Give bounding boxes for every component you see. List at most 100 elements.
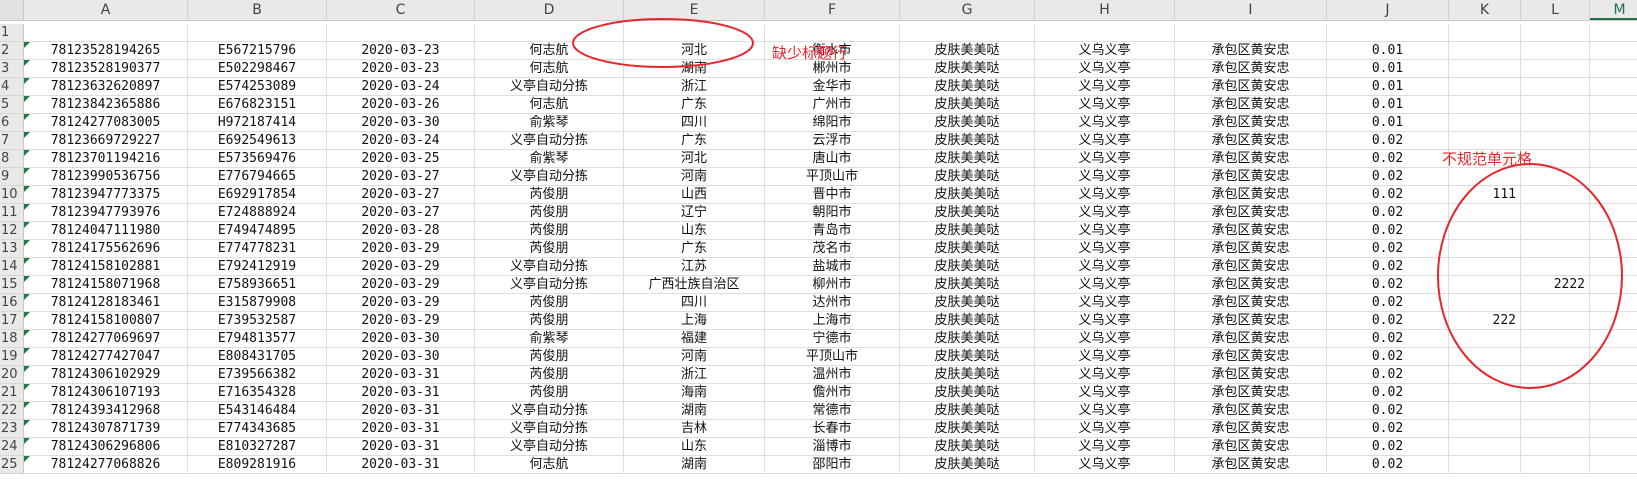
cell-a4[interactable]: 78123632620897 <box>24 78 188 96</box>
row-number[interactable]: 15 <box>0 276 24 294</box>
cell-l21[interactable] <box>1521 384 1590 402</box>
cell-g20[interactable]: 皮肤美美哒 <box>900 366 1035 384</box>
cell-h3[interactable]: 义乌义亭 <box>1035 60 1175 78</box>
cell-j16[interactable]: 0.02 <box>1327 294 1449 312</box>
cell-g21[interactable]: 皮肤美美哒 <box>900 384 1035 402</box>
cell-g10[interactable]: 皮肤美美哒 <box>900 186 1035 204</box>
cell-c11[interactable]: 2020-03-27 <box>327 204 475 222</box>
cell-h5[interactable]: 义乌义亭 <box>1035 96 1175 114</box>
column-header-d[interactable]: D <box>475 0 624 20</box>
cell-c21[interactable]: 2020-03-31 <box>327 384 475 402</box>
cell-d10[interactable]: 芮俊朋 <box>475 186 624 204</box>
cell-i14[interactable]: 承包区黄安忠 <box>1175 258 1327 276</box>
cell-j15[interactable]: 0.02 <box>1327 276 1449 294</box>
row-number[interactable]: 4 <box>0 78 24 96</box>
row-number[interactable]: 1 <box>0 24 24 42</box>
cell-l5[interactable] <box>1521 96 1590 114</box>
cell-i7[interactable]: 承包区黄安忠 <box>1175 132 1327 150</box>
cell-e3[interactable]: 湖南 <box>624 60 765 78</box>
cell-j8[interactable]: 0.02 <box>1327 150 1449 168</box>
cell-h8[interactable]: 义乌义亭 <box>1035 150 1175 168</box>
column-header-a[interactable]: A <box>24 0 188 20</box>
cell-h21[interactable]: 义乌义亭 <box>1035 384 1175 402</box>
cell-h19[interactable]: 义乌义亭 <box>1035 348 1175 366</box>
cell-a11[interactable]: 78123947793976 <box>24 204 188 222</box>
row-number[interactable]: 18 <box>0 330 24 348</box>
cell-m11[interactable] <box>1590 204 1637 222</box>
cell-f25[interactable]: 邵阳市 <box>765 456 900 474</box>
cell-g22[interactable]: 皮肤美美哒 <box>900 402 1035 420</box>
cell-b1[interactable] <box>188 24 327 42</box>
cell-a2[interactable]: 78123528194265 <box>24 42 188 60</box>
cell-m17[interactable] <box>1590 312 1637 330</box>
cell-e20[interactable]: 浙江 <box>624 366 765 384</box>
cell-m10[interactable] <box>1590 186 1637 204</box>
cell-j6[interactable]: 0.01 <box>1327 114 1449 132</box>
cell-f24[interactable]: 淄博市 <box>765 438 900 456</box>
cell-k17[interactable]: 222 <box>1449 312 1521 330</box>
row-number[interactable]: 6 <box>0 114 24 132</box>
cell-j14[interactable]: 0.02 <box>1327 258 1449 276</box>
cell-i9[interactable]: 承包区黄安忠 <box>1175 168 1327 186</box>
cell-c20[interactable]: 2020-03-31 <box>327 366 475 384</box>
cell-i24[interactable]: 承包区黄安忠 <box>1175 438 1327 456</box>
cell-a10[interactable]: 78123947773375 <box>24 186 188 204</box>
cell-k9[interactable] <box>1449 168 1521 186</box>
cell-l22[interactable] <box>1521 402 1590 420</box>
cell-l16[interactable] <box>1521 294 1590 312</box>
cell-c4[interactable]: 2020-03-24 <box>327 78 475 96</box>
cell-m4[interactable] <box>1590 78 1637 96</box>
cell-a17[interactable]: 78124158100807 <box>24 312 188 330</box>
cell-m25[interactable] <box>1590 456 1637 474</box>
cell-g24[interactable]: 皮肤美美哒 <box>900 438 1035 456</box>
cell-d12[interactable]: 芮俊朋 <box>475 222 624 240</box>
cell-h22[interactable]: 义乌义亭 <box>1035 402 1175 420</box>
cell-m12[interactable] <box>1590 222 1637 240</box>
cell-a6[interactable]: 78124277083005 <box>24 114 188 132</box>
cell-e11[interactable]: 辽宁 <box>624 204 765 222</box>
cell-h14[interactable]: 义乌义亭 <box>1035 258 1175 276</box>
cell-c5[interactable]: 2020-03-26 <box>327 96 475 114</box>
cell-d7[interactable]: 义亭自动分拣 <box>475 132 624 150</box>
cell-c13[interactable]: 2020-03-29 <box>327 240 475 258</box>
cell-k2[interactable] <box>1449 42 1521 60</box>
row-number[interactable]: 11 <box>0 204 24 222</box>
cell-k10[interactable]: 111 <box>1449 186 1521 204</box>
cell-i22[interactable]: 承包区黄安忠 <box>1175 402 1327 420</box>
cell-k12[interactable] <box>1449 222 1521 240</box>
cell-k1[interactable] <box>1449 24 1521 42</box>
cell-h24[interactable]: 义乌义亭 <box>1035 438 1175 456</box>
cell-f7[interactable]: 云浮市 <box>765 132 900 150</box>
cell-c18[interactable]: 2020-03-30 <box>327 330 475 348</box>
cell-h17[interactable]: 义乌义亭 <box>1035 312 1175 330</box>
cell-a20[interactable]: 78124306102929 <box>24 366 188 384</box>
row-number[interactable]: 19 <box>0 348 24 366</box>
cell-a14[interactable]: 78124158102881 <box>24 258 188 276</box>
cell-k16[interactable] <box>1449 294 1521 312</box>
cell-m9[interactable] <box>1590 168 1637 186</box>
cell-i10[interactable]: 承包区黄安忠 <box>1175 186 1327 204</box>
row-number[interactable]: 24 <box>0 438 24 456</box>
row-number[interactable]: 7 <box>0 132 24 150</box>
cell-f17[interactable]: 上海市 <box>765 312 900 330</box>
cell-d18[interactable]: 俞紫琴 <box>475 330 624 348</box>
cell-e6[interactable]: 四川 <box>624 114 765 132</box>
cell-b5[interactable]: E676823151 <box>188 96 327 114</box>
cell-g5[interactable]: 皮肤美美哒 <box>900 96 1035 114</box>
cell-k11[interactable] <box>1449 204 1521 222</box>
cell-c23[interactable]: 2020-03-31 <box>327 420 475 438</box>
cell-f10[interactable]: 晋中市 <box>765 186 900 204</box>
cell-i25[interactable]: 承包区黄安忠 <box>1175 456 1327 474</box>
cell-k13[interactable] <box>1449 240 1521 258</box>
cell-d6[interactable]: 俞紫琴 <box>475 114 624 132</box>
column-header-l[interactable]: L <box>1521 0 1590 20</box>
cell-e15[interactable]: 广西壮族自治区 <box>624 276 765 294</box>
cell-e22[interactable]: 湖南 <box>624 402 765 420</box>
cell-f9[interactable]: 平顶山市 <box>765 168 900 186</box>
row-number[interactable]: 22 <box>0 402 24 420</box>
cell-d11[interactable]: 芮俊朋 <box>475 204 624 222</box>
cell-f4[interactable]: 金华市 <box>765 78 900 96</box>
cell-g16[interactable]: 皮肤美美哒 <box>900 294 1035 312</box>
cell-h6[interactable]: 义乌义亭 <box>1035 114 1175 132</box>
row-number[interactable]: 3 <box>0 60 24 78</box>
